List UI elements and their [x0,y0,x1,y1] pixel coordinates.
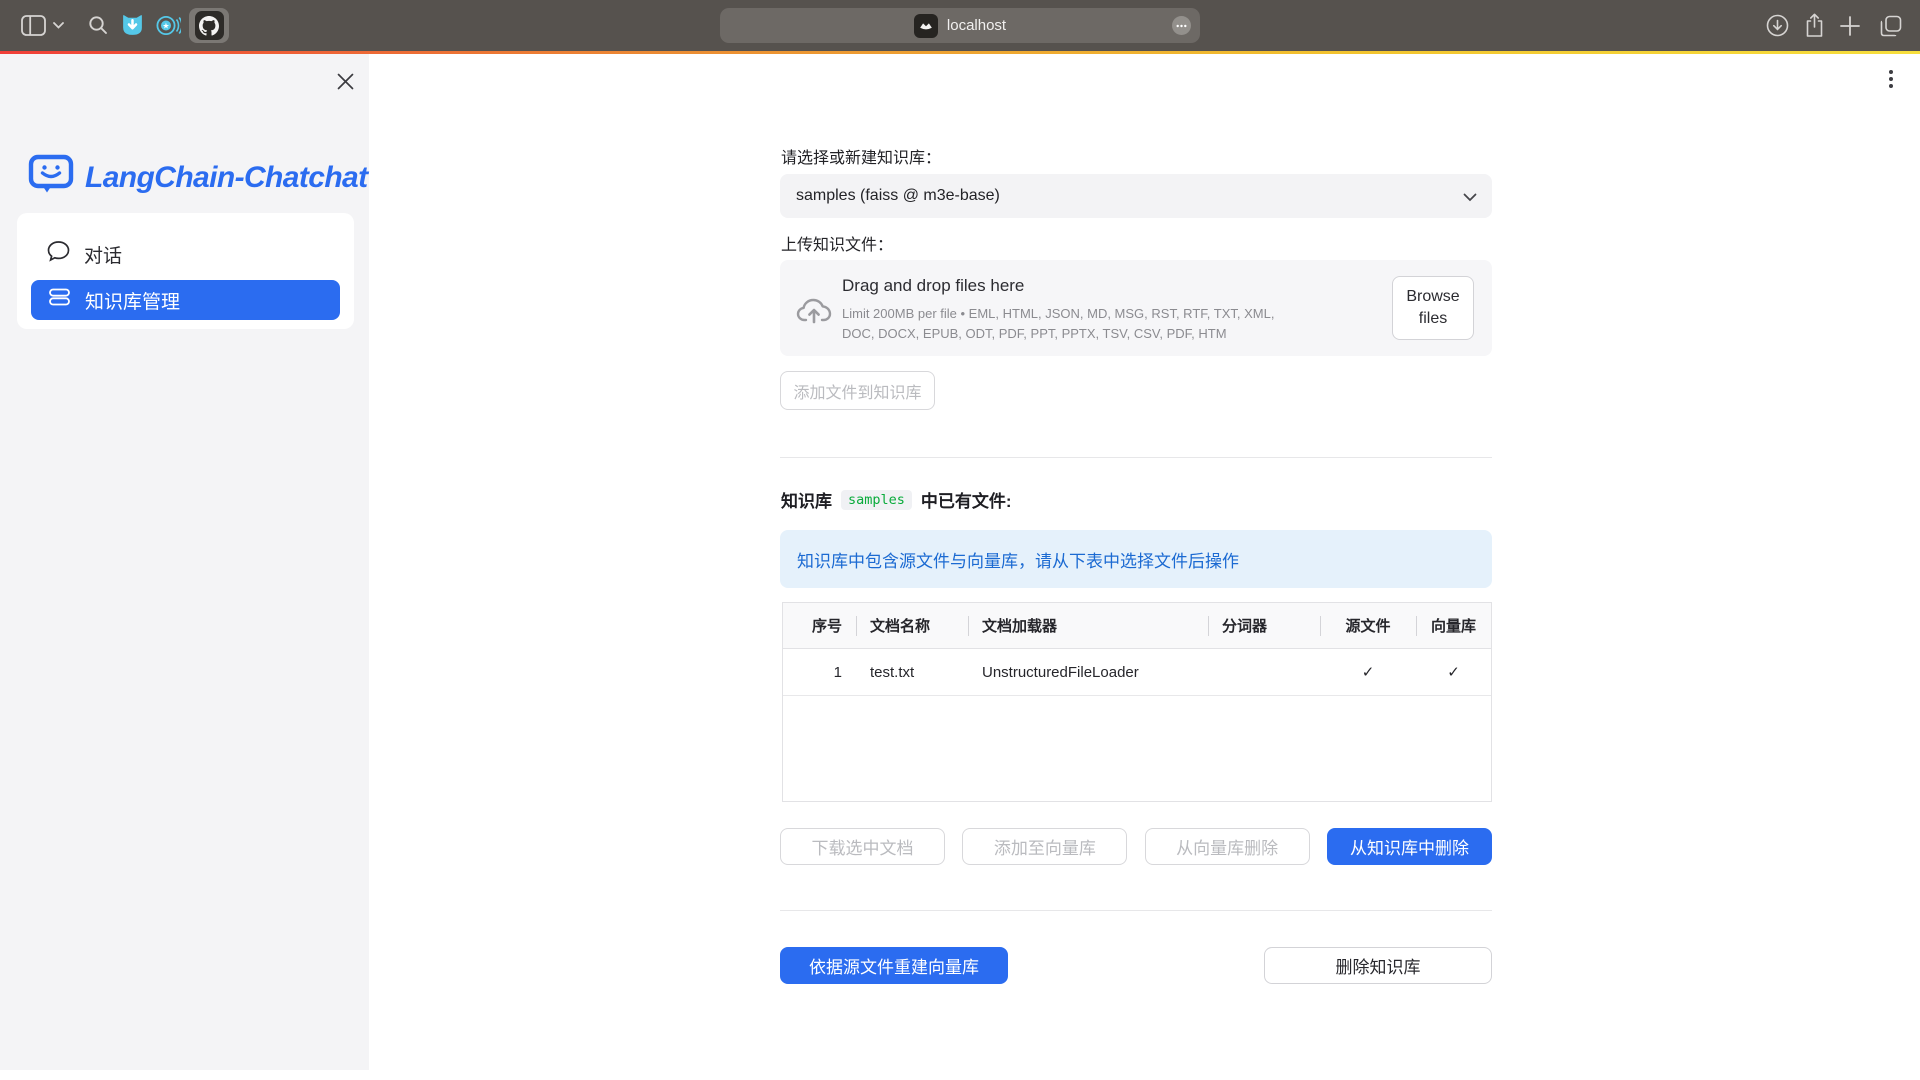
knowledge-base-icon [48,286,71,314]
browse-files-button[interactable]: Browse files [1392,276,1474,340]
kb-select[interactable]: samples (faiss @ m3e-base) [780,174,1492,218]
sidebar: LangChain-Chatchat 对话 知识库管理 [0,54,369,1070]
remove-from-vector-store-button[interactable]: 从向量库删除 [1145,828,1310,865]
chevron-down-icon [1463,189,1477,207]
kb-name-code: samples [841,490,912,510]
tab-overview-icon[interactable] [1878,0,1904,51]
files-heading-suffix: 中已有文件: [921,487,1012,512]
chat-bubble-icon [47,240,70,268]
col-header-source: 源文件 [1320,603,1416,648]
download-selected-button[interactable]: 下载选中文档 [780,828,945,865]
info-alert-text: 知识库中包含源文件与向量库，请从下表中选择文件后操作 [797,547,1239,572]
logo-chat-bubble-icon [28,154,74,201]
extension-cat-icon[interactable] [119,12,146,39]
files-heading: 知识库 samples 中已有文件: [781,487,1012,512]
cell-splitter [1208,649,1320,695]
address-options-icon[interactable] [1172,16,1191,35]
add-to-vector-store-button[interactable]: 添加至向量库 [962,828,1127,865]
github-icon [195,11,224,40]
files-table-header: 序号 文档名称 文档加载器 分词器 源文件 向量库 [783,603,1491,649]
dropzone-limit-text: Limit 200MB per file • EML, HTML, JSON, … [842,304,1294,344]
delete-kb-button[interactable]: 删除知识库 [1264,947,1492,984]
cell-source-check: ✓ [1320,649,1416,695]
svg-text:★: ★ [162,22,169,31]
sidebar-item-label: 对话 [84,241,122,268]
add-files-to-kb-button[interactable]: 添加文件到知识库 [780,371,935,410]
address-bar[interactable]: localhost [720,8,1200,43]
divider [780,910,1492,911]
file-dropzone[interactable]: Drag and drop files here Limit 200MB per… [780,260,1492,356]
rebuild-vector-store-button[interactable]: 依据源文件重建向量库 [780,947,1008,984]
downloads-icon[interactable] [1764,0,1790,51]
col-header-splitter: 分词器 [1208,603,1320,648]
github-extension-button[interactable] [189,8,229,43]
sidebar-item-knowledge-base[interactable]: 知识库管理 [31,280,340,320]
info-alert: 知识库中包含源文件与向量库，请从下表中选择文件后操作 [780,530,1492,588]
streamlit-favicon [914,14,938,38]
divider [780,457,1492,458]
files-table[interactable]: 序号 文档名称 文档加载器 分词器 源文件 向量库 1 test.txt Uns… [782,602,1492,802]
kb-select-value: samples (faiss @ m3e-base) [796,187,1000,205]
dropzone-title: Drag and drop files here [842,276,1024,296]
col-header-index: 序号 [783,603,856,648]
file-action-buttons: 下载选中文档 添加至向量库 从向量库删除 从知识库中删除 [780,828,1492,865]
logo-text: LangChain-Chatchat [85,161,368,195]
share-icon[interactable] [1801,0,1827,51]
extension-circles-icon[interactable]: ★ [155,12,182,39]
col-header-name: 文档名称 [856,603,968,648]
cell-index: 1 [783,649,856,695]
cell-vector-check: ✓ [1416,649,1491,695]
sidebar-nav: 对话 知识库管理 [17,213,354,329]
app-logo: LangChain-Chatchat [28,154,368,201]
sidebar-close-button[interactable] [330,66,360,96]
table-row[interactable]: 1 test.txt UnstructuredFileLoader ✓ ✓ [783,649,1491,696]
cell-loader: UnstructuredFileLoader [968,649,1208,695]
search-icon[interactable] [86,13,110,37]
kb-select-label: 请选择或新建知识库： [781,144,941,168]
delete-from-kb-button[interactable]: 从知识库中删除 [1327,828,1492,865]
chevron-down-icon[interactable] [52,21,64,30]
sidebar-item-chat[interactable]: 对话 [47,237,122,271]
browser-toolbar: ★ localhost [0,0,1920,51]
upload-label: 上传知识文件： [781,231,893,255]
sidebar-toggle-icon[interactable] [20,14,47,37]
cell-name: test.txt [856,649,968,695]
sidebar-item-label: 知识库管理 [85,287,180,314]
app-menu-kebab-icon[interactable] [1880,66,1902,92]
url-text: localhost [947,17,1006,34]
col-header-loader: 文档加载器 [968,603,1208,648]
app-page: LangChain-Chatchat 对话 知识库管理 [0,54,1920,1080]
cloud-upload-icon [796,294,832,333]
files-heading-prefix: 知识库 [781,487,832,512]
col-header-vector: 向量库 [1416,603,1491,648]
new-tab-icon[interactable] [1837,0,1863,51]
